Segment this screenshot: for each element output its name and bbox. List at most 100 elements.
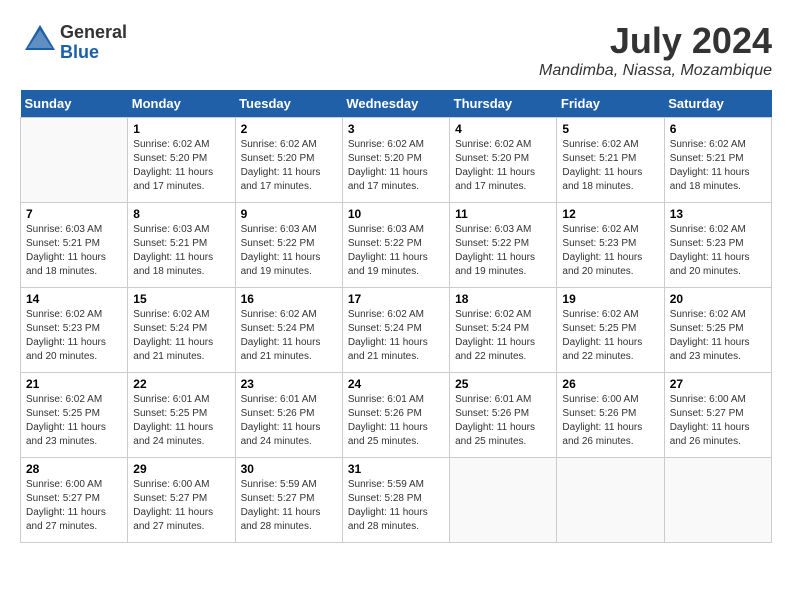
day-number: 28 bbox=[26, 462, 122, 476]
logo-general-text: General bbox=[60, 23, 127, 43]
calendar-cell: 21 Sunrise: 6:02 AM Sunset: 5:25 PM Dayli… bbox=[21, 373, 128, 458]
calendar-cell: 22 Sunrise: 6:01 AM Sunset: 5:25 PM Dayli… bbox=[128, 373, 235, 458]
day-number: 10 bbox=[348, 207, 444, 221]
day-number: 21 bbox=[26, 377, 122, 391]
calendar-cell bbox=[21, 118, 128, 203]
calendar-cell: 19 Sunrise: 6:02 AM Sunset: 5:25 PM Dayli… bbox=[557, 288, 664, 373]
calendar-cell: 16Sunrise: 6:02 AM Sunset: 5:24 PM Dayli… bbox=[235, 288, 342, 373]
day-number: 1 bbox=[133, 122, 229, 136]
day-info: Sunrise: 6:01 AM Sunset: 5:25 PM Dayligh… bbox=[133, 393, 229, 449]
day-info: Sunrise: 6:02 AM Sunset: 5:20 PM Dayligh… bbox=[241, 138, 337, 194]
calendar-cell: 30 Sunrise: 5:59 AM Sunset: 5:27 PM Dayli… bbox=[235, 458, 342, 543]
calendar-cell: 4 Sunrise: 6:02 AM Sunset: 5:20 PM Daylig… bbox=[450, 118, 557, 203]
calendar-cell: 14 Sunrise: 6:02 AM Sunset: 5:23 PM Dayli… bbox=[21, 288, 128, 373]
calendar-cell: 15Sunrise: 6:02 AM Sunset: 5:24 PM Dayli… bbox=[128, 288, 235, 373]
day-info: Sunrise: 6:01 AM Sunset: 5:26 PM Dayligh… bbox=[241, 393, 337, 449]
day-number: 3 bbox=[348, 122, 444, 136]
header-day-wednesday: Wednesday bbox=[342, 90, 449, 118]
day-number: 14 bbox=[26, 292, 122, 306]
day-info: Sunrise: 6:02 AM Sunset: 5:25 PM Dayligh… bbox=[26, 393, 122, 449]
title-section: July 2024 Mandimba, Niassa, Mozambique bbox=[539, 20, 772, 80]
header-day-friday: Friday bbox=[557, 90, 664, 118]
calendar-cell: 17 Sunrise: 6:02 AM Sunset: 5:24 PM Dayli… bbox=[342, 288, 449, 373]
day-number: 25 bbox=[455, 377, 551, 391]
day-number: 29 bbox=[133, 462, 229, 476]
day-number: 22 bbox=[133, 377, 229, 391]
calendar-cell: 3 Sunrise: 6:02 AM Sunset: 5:20 PM Daylig… bbox=[342, 118, 449, 203]
day-info: Sunrise: 6:03 AM Sunset: 5:21 PM Dayligh… bbox=[26, 223, 122, 279]
week-row-1: 1 Sunrise: 6:02 AM Sunset: 5:20 PM Daylig… bbox=[21, 118, 772, 203]
day-info: Sunrise: 6:02 AM Sunset: 5:21 PM Dayligh… bbox=[670, 138, 766, 194]
day-info: Sunrise: 5:59 AM Sunset: 5:27 PM Dayligh… bbox=[241, 478, 337, 534]
calendar-cell: 24Sunrise: 6:01 AM Sunset: 5:26 PM Dayli… bbox=[342, 373, 449, 458]
day-info: Sunrise: 6:02 AM Sunset: 5:23 PM Dayligh… bbox=[26, 308, 122, 364]
calendar-cell: 25 Sunrise: 6:01 AM Sunset: 5:26 PM Dayli… bbox=[450, 373, 557, 458]
calendar-cell: 7Sunrise: 6:03 AM Sunset: 5:21 PM Daylig… bbox=[21, 203, 128, 288]
calendar-cell: 11 Sunrise: 6:03 AM Sunset: 5:22 PM Dayli… bbox=[450, 203, 557, 288]
header-day-thursday: Thursday bbox=[450, 90, 557, 118]
calendar-table: SundayMondayTuesdayWednesdayThursdayFrid… bbox=[20, 90, 772, 543]
day-info: Sunrise: 6:03 AM Sunset: 5:22 PM Dayligh… bbox=[455, 223, 551, 279]
day-number: 20 bbox=[670, 292, 766, 306]
day-info: Sunrise: 6:01 AM Sunset: 5:26 PM Dayligh… bbox=[455, 393, 551, 449]
calendar-cell: 23 Sunrise: 6:01 AM Sunset: 5:26 PM Dayli… bbox=[235, 373, 342, 458]
day-info: Sunrise: 6:02 AM Sunset: 5:23 PM Dayligh… bbox=[670, 223, 766, 279]
calendar-cell: 20 Sunrise: 6:02 AM Sunset: 5:25 PM Dayli… bbox=[664, 288, 771, 373]
day-info: Sunrise: 6:02 AM Sunset: 5:23 PM Dayligh… bbox=[562, 223, 658, 279]
day-info: Sunrise: 6:03 AM Sunset: 5:22 PM Dayligh… bbox=[241, 223, 337, 279]
day-info: Sunrise: 6:02 AM Sunset: 5:21 PM Dayligh… bbox=[562, 138, 658, 194]
day-info: Sunrise: 5:59 AM Sunset: 5:28 PM Dayligh… bbox=[348, 478, 444, 534]
day-number: 11 bbox=[455, 207, 551, 221]
calendar-cell: 2 Sunrise: 6:02 AM Sunset: 5:20 PM Daylig… bbox=[235, 118, 342, 203]
calendar-cell: 12 Sunrise: 6:02 AM Sunset: 5:23 PM Dayli… bbox=[557, 203, 664, 288]
day-info: Sunrise: 6:00 AM Sunset: 5:27 PM Dayligh… bbox=[670, 393, 766, 449]
calendar-cell bbox=[450, 458, 557, 543]
day-number: 4 bbox=[455, 122, 551, 136]
header-day-monday: Monday bbox=[128, 90, 235, 118]
calendar-cell: 31 Sunrise: 5:59 AM Sunset: 5:28 PM Dayli… bbox=[342, 458, 449, 543]
day-info: Sunrise: 6:03 AM Sunset: 5:22 PM Dayligh… bbox=[348, 223, 444, 279]
day-number: 17 bbox=[348, 292, 444, 306]
day-number: 26 bbox=[562, 377, 658, 391]
calendar-cell: 9 Sunrise: 6:03 AM Sunset: 5:22 PM Daylig… bbox=[235, 203, 342, 288]
day-number: 19 bbox=[562, 292, 658, 306]
calendar-cell: 6 Sunrise: 6:02 AM Sunset: 5:21 PM Daylig… bbox=[664, 118, 771, 203]
logo-icon bbox=[20, 20, 60, 60]
day-number: 2 bbox=[241, 122, 337, 136]
calendar-cell: 28 Sunrise: 6:00 AM Sunset: 5:27 PM Dayli… bbox=[21, 458, 128, 543]
calendar-title: July 2024 bbox=[539, 20, 772, 62]
header-day-sunday: Sunday bbox=[21, 90, 128, 118]
day-number: 31 bbox=[348, 462, 444, 476]
day-info: Sunrise: 6:02 AM Sunset: 5:25 PM Dayligh… bbox=[670, 308, 766, 364]
day-info: Sunrise: 6:02 AM Sunset: 5:20 PM Dayligh… bbox=[455, 138, 551, 194]
day-number: 18 bbox=[455, 292, 551, 306]
day-number: 12 bbox=[562, 207, 658, 221]
calendar-cell: 1 Sunrise: 6:02 AM Sunset: 5:20 PM Daylig… bbox=[128, 118, 235, 203]
day-number: 9 bbox=[241, 207, 337, 221]
day-info: Sunrise: 6:00 AM Sunset: 5:26 PM Dayligh… bbox=[562, 393, 658, 449]
calendar-cell: 5 Sunrise: 6:02 AM Sunset: 5:21 PM Daylig… bbox=[557, 118, 664, 203]
day-info: Sunrise: 6:02 AM Sunset: 5:24 PM Dayligh… bbox=[455, 308, 551, 364]
day-number: 27 bbox=[670, 377, 766, 391]
header-day-tuesday: Tuesday bbox=[235, 90, 342, 118]
day-info: Sunrise: 6:02 AM Sunset: 5:24 PM Dayligh… bbox=[348, 308, 444, 364]
day-number: 6 bbox=[670, 122, 766, 136]
day-number: 30 bbox=[241, 462, 337, 476]
calendar-cell: 27 Sunrise: 6:00 AM Sunset: 5:27 PM Dayli… bbox=[664, 373, 771, 458]
day-info: Sunrise: 6:02 AM Sunset: 5:25 PM Dayligh… bbox=[562, 308, 658, 364]
day-info: Sunrise: 6:02 AM Sunset: 5:24 PM Dayligh… bbox=[133, 308, 229, 364]
day-info: Sunrise: 6:00 AM Sunset: 5:27 PM Dayligh… bbox=[26, 478, 122, 534]
day-number: 5 bbox=[562, 122, 658, 136]
day-info: Sunrise: 6:02 AM Sunset: 5:20 PM Dayligh… bbox=[348, 138, 444, 194]
day-number: 8 bbox=[133, 207, 229, 221]
logo: General Blue bbox=[20, 20, 127, 65]
day-number: 23 bbox=[241, 377, 337, 391]
calendar-cell: 29Sunrise: 6:00 AM Sunset: 5:27 PM Dayli… bbox=[128, 458, 235, 543]
calendar-cell: 26 Sunrise: 6:00 AM Sunset: 5:26 PM Dayli… bbox=[557, 373, 664, 458]
calendar-cell: 13Sunrise: 6:02 AM Sunset: 5:23 PM Dayli… bbox=[664, 203, 771, 288]
day-info: Sunrise: 6:02 AM Sunset: 5:20 PM Dayligh… bbox=[133, 138, 229, 194]
week-row-2: 7Sunrise: 6:03 AM Sunset: 5:21 PM Daylig… bbox=[21, 203, 772, 288]
calendar-cell: 8Sunrise: 6:03 AM Sunset: 5:21 PM Daylig… bbox=[128, 203, 235, 288]
header-row: SundayMondayTuesdayWednesdayThursdayFrid… bbox=[21, 90, 772, 118]
day-info: Sunrise: 6:02 AM Sunset: 5:24 PM Dayligh… bbox=[241, 308, 337, 364]
